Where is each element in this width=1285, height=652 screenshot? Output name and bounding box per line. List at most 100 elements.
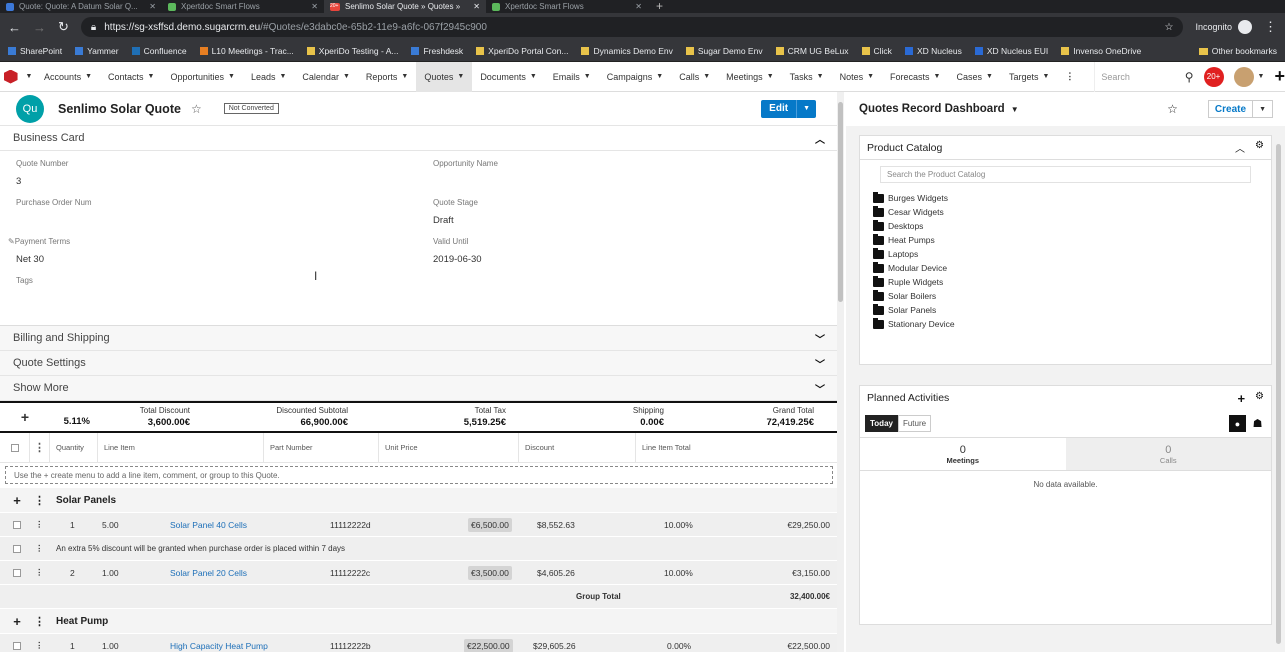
tags-field[interactable]: Tags [16,276,396,285]
bookmark-item[interactable]: Confluence [131,46,187,56]
group-icon[interactable]: ☗ [1249,415,1266,432]
add-icon[interactable]: + [0,493,34,508]
close-icon[interactable]: ✕ [149,2,156,11]
nav-item-contacts[interactable]: Contacts ▼ [100,62,162,92]
catalog-folder[interactable]: Desktops [860,219,1271,233]
close-icon[interactable]: ✕ [635,2,642,11]
col-unit-price[interactable]: Unit Price [379,432,519,463]
forward-icon[interactable]: → [33,20,46,35]
bookmark-item[interactable]: Freshdesk [411,46,463,56]
quote-number-field[interactable]: Quote Number 3 [16,159,396,187]
pencil-icon[interactable]: ✎ [8,237,15,246]
chevron-down-icon[interactable]: ▼ [1011,105,1019,114]
row-checkbox[interactable] [13,568,21,577]
bookmark-item[interactable]: L10 Meetings - Trac... [199,46,294,56]
table-row[interactable]: ⋮ 2 1.00 Solar Panel 20 Cells 11112222c … [0,560,838,584]
chevron-down-icon[interactable]: ▼ [934,73,941,80]
bookmark-item[interactable]: Sugar Demo Env [685,46,763,56]
nav-item-calls[interactable]: Calls ▼ [671,62,718,92]
nav-item-campaigns[interactable]: Campaigns ▼ [599,62,671,92]
payment-terms-field[interactable]: ✎Payment Terms Net 30 [8,237,388,265]
chevron-down-icon[interactable]: ▼ [867,73,874,80]
favorite-star-icon[interactable]: ☆ [1167,102,1178,116]
nav-item-reports[interactable]: Reports ▼ [358,62,416,92]
more-icon[interactable]: ⋮ [35,543,44,554]
catalog-folder[interactable]: Solar Panels [860,303,1271,317]
col-discount[interactable]: Discount [519,432,636,463]
url-field[interactable]: 🔒︎ https://sg-xsffsd.demo.sugarcrm.eu/#Q… [80,17,1184,37]
meetings-tab[interactable]: 0 Meetings [860,438,1066,470]
opportunity-field[interactable]: Opportunity Name [433,159,813,176]
nav-item-notes[interactable]: Notes ▼ [832,62,882,92]
po-number-field[interactable]: Purchase Order Num [16,198,396,215]
chevron-down-icon[interactable]: ▼ [228,73,235,80]
gear-icon[interactable]: ⚙ [1255,391,1264,406]
chevron-down-icon[interactable]: ▼ [457,73,464,80]
chevron-down-icon[interactable]: ▼ [703,73,710,80]
valid-until-field[interactable]: Valid Until 2019-06-30 [433,237,813,265]
scroll-thumb[interactable] [1276,144,1281,644]
catalog-folder[interactable]: Burges Widgets [860,191,1271,205]
catalog-folder[interactable]: Stationary Device [860,317,1271,331]
browser-tab[interactable]: Xpertdoc Smart Flows ✕ [162,0,324,13]
row-checkbox[interactable] [13,641,21,650]
catalog-folder[interactable]: Solar Boilers [860,289,1271,303]
bookmark-item[interactable]: Invenso OneDrive [1061,46,1141,56]
catalog-folder[interactable]: Cesar Widgets [860,205,1271,219]
row-checkbox[interactable] [13,544,21,553]
chevron-down-icon[interactable]: ▼ [656,73,663,80]
chevron-down-icon[interactable]: ▼ [1252,101,1272,117]
chevron-down-icon[interactable]: ▼ [401,73,408,80]
chevron-down-icon[interactable]: ▼ [148,73,155,80]
quote-settings-section[interactable]: Quote Settings ﹀ [0,351,838,376]
left-scrollbar[interactable] [837,92,844,652]
catalog-search-input[interactable]: Search the Product Catalog [880,166,1251,183]
nav-item-forecasts[interactable]: Forecasts ▼ [882,62,948,92]
chevron-up-icon[interactable]: ︿ [815,131,825,146]
sugar-logo[interactable]: ▼ [0,62,36,92]
close-icon[interactable]: ✕ [311,2,318,11]
chevron-down-icon[interactable]: ▼ [85,73,92,80]
business-card-section[interactable]: Business Card ︿ [0,126,838,151]
bookmark-item[interactable]: Click [861,46,892,56]
browser-tab[interactable]: Xpertdoc Smart Flows ✕ [486,0,648,13]
close-icon[interactable]: ✕ [473,2,480,11]
billing-shipping-section[interactable]: Billing and Shipping ﹀ [0,326,838,351]
bookmark-item[interactable]: Dynamics Demo Env [581,46,673,56]
chevron-down-icon[interactable]: ﹀ [815,356,825,371]
chevron-down-icon[interactable]: ▼ [343,73,350,80]
chevron-down-icon[interactable]: ▼ [817,73,824,80]
chevron-down-icon[interactable]: ▼ [796,99,816,118]
create-button[interactable]: Create [1209,101,1252,117]
bookmark-item[interactable]: Yammer [75,46,119,56]
quote-stage-field[interactable]: Quote Stage Draft [433,198,813,226]
nav-item-emails[interactable]: Emails ▼ [545,62,599,92]
incognito-indicator[interactable]: Incognito [1195,20,1252,34]
bookmark-item[interactable]: XperiDo Portal Con... [476,46,568,56]
line-item-link[interactable]: High Capacity Heat Pump [170,641,268,651]
other-bookmarks[interactable]: Other bookmarks [1198,46,1277,56]
quick-create-button[interactable]: + [1274,66,1285,87]
table-row[interactable]: ⋮ 1 5.00 Solar Panel 40 Cells 11112222d … [0,512,838,536]
chevron-down-icon[interactable]: ▼ [530,73,537,80]
col-line-item[interactable]: Line Item [104,443,135,452]
table-row[interactable]: ⋮ 1 1.00 High Capacity Heat Pump 1111222… [0,633,838,652]
catalog-folder[interactable]: Ruple Widgets [860,275,1271,289]
tab-future[interactable]: Future [897,415,932,432]
nav-item-meetings[interactable]: Meetings ▼ [718,62,781,92]
select-all-checkbox[interactable] [10,443,19,452]
more-icon[interactable]: ⋮ [35,567,44,578]
browser-tab[interactable]: Quote: Quote: A Datum Solar Q... ✕ [0,0,162,13]
bookmark-item[interactable]: XD Nucleus [904,46,962,56]
user-icon[interactable]: ● [1229,415,1246,432]
new-tab-button[interactable]: + [648,0,671,13]
more-icon[interactable]: ⋮ [35,519,44,530]
chevron-down-icon[interactable]: ▼ [986,73,993,80]
bookmark-item[interactable]: XperiDo Testing - A... [306,46,398,56]
nav-item-documents[interactable]: Documents ▼ [472,62,544,92]
nav-item-accounts[interactable]: Accounts ▼ [36,62,100,92]
search-icon[interactable]: ⚲ [1185,70,1194,84]
global-search-input[interactable]: Search [1094,61,1178,92]
chevron-down-icon[interactable]: ▼ [1042,73,1049,80]
add-line-button[interactable]: + [0,403,50,431]
